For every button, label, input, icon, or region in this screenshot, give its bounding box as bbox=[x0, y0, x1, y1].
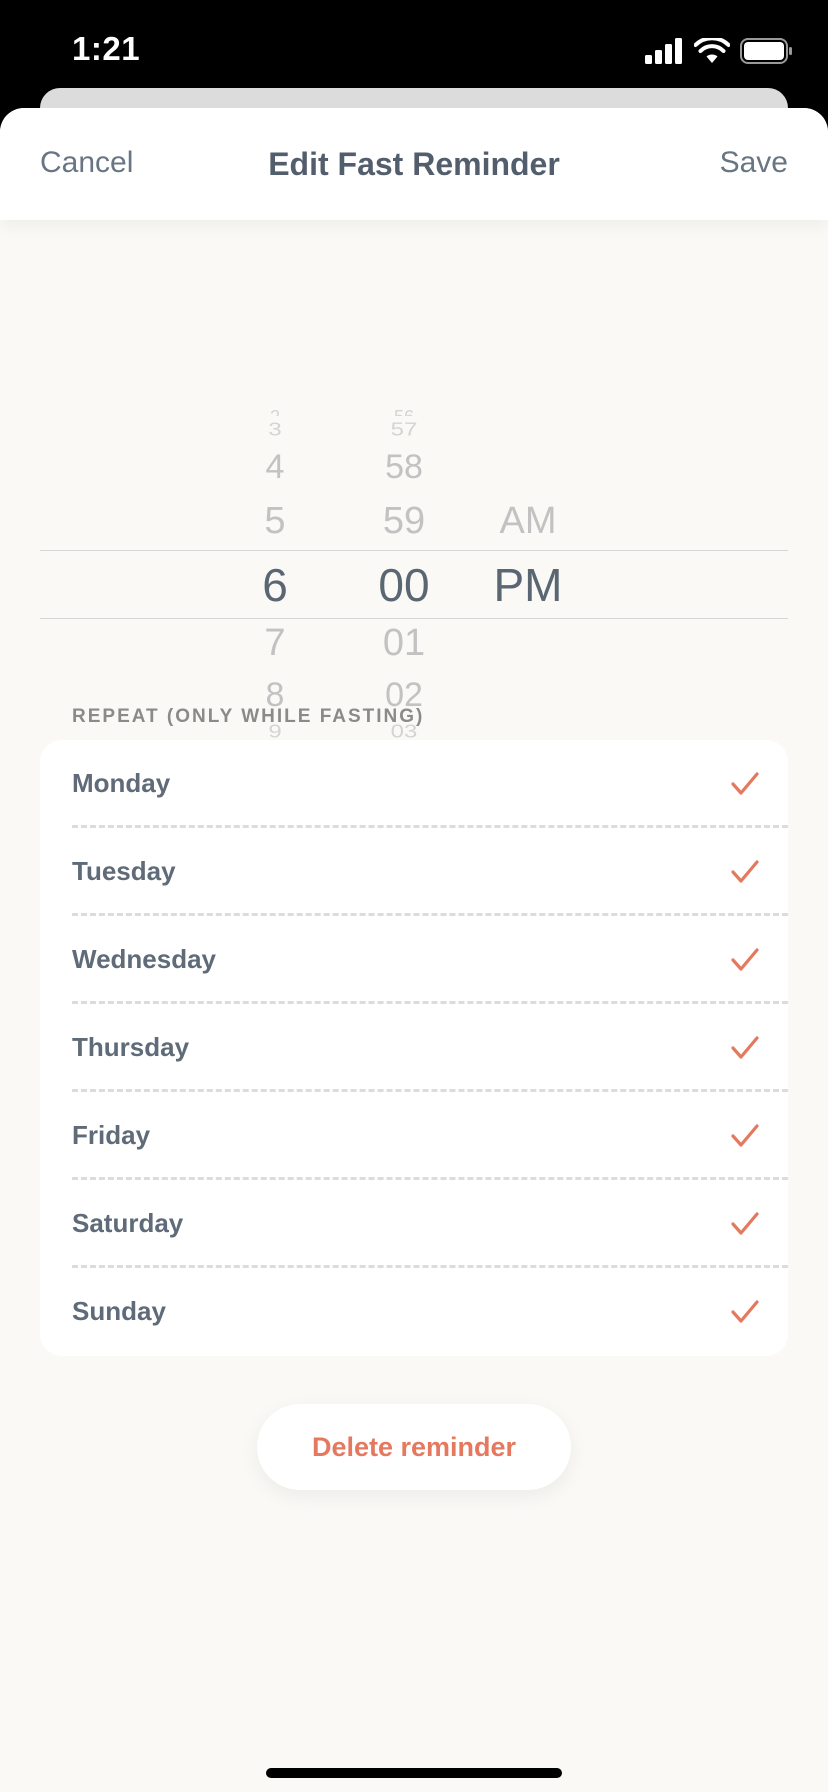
battery-icon bbox=[740, 38, 792, 64]
cellular-signal-icon bbox=[645, 38, 682, 64]
minute-option[interactable]: 59 bbox=[344, 502, 464, 540]
day-row-friday[interactable]: Friday bbox=[40, 1092, 788, 1180]
page-title: Edit Fast Reminder bbox=[268, 146, 560, 182]
day-row-tuesday[interactable]: Tuesday bbox=[40, 828, 788, 916]
checkmark-icon bbox=[731, 1124, 759, 1147]
day-row-saturday[interactable]: Saturday bbox=[40, 1180, 788, 1268]
minute-option[interactable]: 57 bbox=[344, 421, 464, 439]
period-option[interactable]: AM bbox=[468, 502, 588, 540]
minute-option[interactable]: 01 bbox=[344, 624, 464, 662]
status-icons bbox=[644, 36, 794, 66]
navigation-bar: Cancel Edit Fast Reminder Save bbox=[0, 108, 828, 220]
hour-option[interactable]: 4 bbox=[215, 450, 335, 484]
save-button[interactable]: Save bbox=[720, 146, 788, 180]
day-row-thursday[interactable]: Thursday bbox=[40, 1004, 788, 1092]
minute-option-selected[interactable]: 00 bbox=[344, 562, 464, 608]
delete-reminder-button[interactable]: Delete reminder bbox=[257, 1404, 571, 1490]
repeat-days-list: Monday Tuesday Wednesday Thursday Friday… bbox=[40, 740, 788, 1356]
minute-option[interactable]: 56 bbox=[344, 408, 464, 416]
day-row-sunday[interactable]: Sunday bbox=[40, 1268, 788, 1356]
home-indicator bbox=[266, 1768, 562, 1778]
checkmark-icon bbox=[731, 1212, 759, 1235]
hour-wheel[interactable]: 2 3 4 5 6 7 8 9 10 bbox=[215, 288, 335, 768]
status-time: 1:21 bbox=[72, 30, 141, 67]
checkmark-icon bbox=[731, 1300, 759, 1323]
minute-wheel[interactable]: 56 57 58 59 00 01 02 03 04 bbox=[344, 288, 464, 768]
checkmark-icon bbox=[731, 1036, 759, 1059]
repeat-section-label: REPEAT (ONLY WHILE FASTING) bbox=[72, 706, 425, 727]
wifi-icon bbox=[694, 38, 730, 63]
period-option-selected[interactable]: PM bbox=[468, 562, 588, 608]
hour-option-selected[interactable]: 6 bbox=[215, 562, 335, 608]
day-label: Saturday bbox=[72, 1208, 184, 1238]
day-row-monday[interactable]: Monday bbox=[40, 740, 788, 828]
day-label: Friday bbox=[72, 1120, 151, 1150]
day-label: Thursday bbox=[72, 1032, 190, 1062]
status-bar: 1:21 bbox=[0, 0, 828, 100]
period-wheel[interactable]: AM PM bbox=[468, 288, 588, 768]
minute-option[interactable]: 58 bbox=[344, 450, 464, 484]
hour-option[interactable]: 3 bbox=[215, 421, 335, 439]
time-picker[interactable]: 2 3 4 5 6 7 8 9 10 56 57 58 59 00 01 02 … bbox=[0, 288, 828, 768]
hour-option[interactable]: 2 bbox=[215, 408, 335, 416]
edit-reminder-sheet: Cancel Edit Fast Reminder Save 2 3 4 5 6… bbox=[0, 108, 828, 1792]
day-label: Wednesday bbox=[72, 944, 217, 974]
day-row-wednesday[interactable]: Wednesday bbox=[40, 916, 788, 1004]
day-label: Tuesday bbox=[72, 856, 176, 886]
day-label: Monday bbox=[72, 768, 171, 798]
hour-option[interactable]: 7 bbox=[215, 624, 335, 662]
day-label: Sunday bbox=[72, 1296, 166, 1326]
checkmark-icon bbox=[731, 860, 759, 883]
hour-option[interactable]: 5 bbox=[215, 502, 335, 540]
checkmark-icon bbox=[731, 772, 759, 795]
checkmark-icon bbox=[731, 948, 759, 971]
